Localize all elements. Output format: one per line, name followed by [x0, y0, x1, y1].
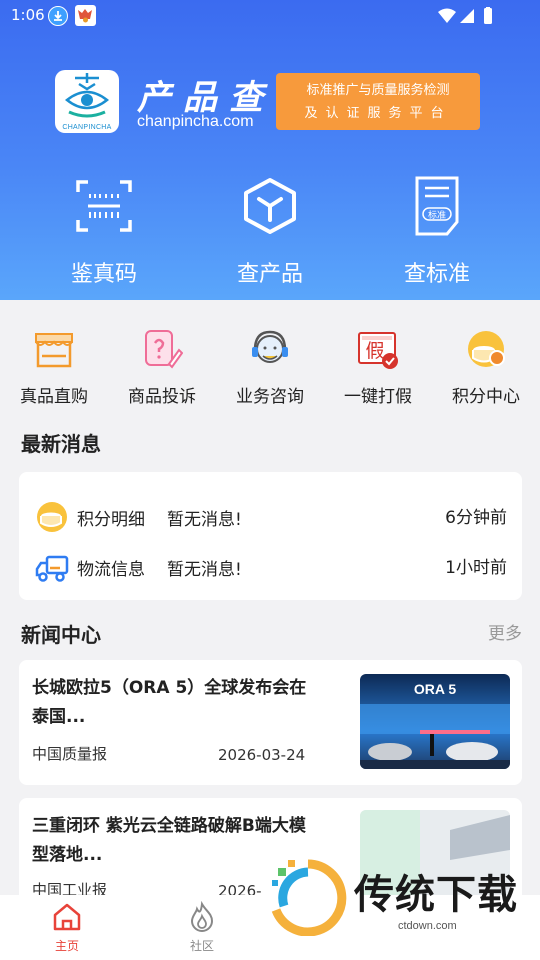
points-coin-icon: [37, 502, 67, 532]
status-time: 1:06: [11, 6, 45, 24]
standard-document-icon: 标准: [415, 176, 459, 236]
tab-label: 主页: [54, 939, 79, 953]
news-date: 2026-03-24: [218, 746, 306, 764]
slogan-line1: 标准推广与质量服务检测: [306, 83, 450, 98]
slogan-line2: 及认证服务平台: [304, 106, 452, 121]
tab-community[interactable]: 社区: [162, 900, 242, 954]
points-icon: [468, 331, 505, 367]
menu-label: 商品投诉: [128, 387, 196, 407]
section-title-news: 新闻中心: [21, 623, 101, 647]
menu-complaint[interactable]: 商品投诉: [108, 328, 216, 407]
tool-search-product[interactable]: 查产品: [210, 176, 330, 288]
shop-icon: [35, 333, 73, 368]
logo-caption: CHANPINCHA: [62, 124, 112, 131]
tool-verify-code[interactable]: 鉴真码: [44, 176, 164, 288]
status-bar: 1:06: [0, 0, 540, 32]
customer-service-icon: [252, 330, 288, 363]
messages-card: 积分明细 暂无消息! 6分钟前 物流信息 暂无消息! 1小时前: [19, 472, 522, 600]
signal-battery-icon: [438, 7, 492, 24]
tab-label: 社区: [189, 939, 214, 953]
product-box-icon: [244, 178, 296, 234]
app-notification-icon: [75, 5, 96, 26]
brand-name: 产品查: [137, 78, 275, 118]
home-icon: [53, 903, 81, 931]
watermark-url: ctdown.com: [398, 920, 457, 932]
menu-label: 一键打假: [344, 387, 412, 407]
tool-search-standard[interactable]: 标准 查标准: [377, 176, 497, 288]
news-image-caption: ORA 5: [414, 681, 456, 697]
fake-glyph: 假: [365, 340, 384, 362]
app-logo: CHANPINCHA: [55, 70, 119, 133]
message-text: 暂无消息!: [167, 510, 242, 530]
watermark-logo-icon: [271, 859, 347, 937]
news-thumbnail: ORA 5: [360, 674, 510, 769]
menu-label: 真品直购: [20, 387, 88, 407]
menu-label: 业务咨询: [236, 387, 304, 407]
message-name: 积分明细: [77, 510, 145, 530]
download-icon: [48, 6, 68, 26]
menu-genuine-purchase[interactable]: 真品直购: [0, 328, 108, 407]
news-more-link[interactable]: 更多: [488, 619, 522, 644]
tool-label: 查产品: [236, 262, 303, 287]
menu-label: 积分中心: [452, 387, 520, 407]
quick-menu: 真品直购 商品投诉 业务咨询 假 一键打假 积分中心: [0, 300, 540, 410]
watermark-overlay: 传统下载 ctdown.com: [268, 858, 540, 938]
truck-icon: [35, 555, 69, 582]
message-name: 物流信息: [77, 560, 145, 580]
slogan-badge: 标准推广与质量服务检测 及认证服务平台: [276, 73, 480, 130]
message-text: 暂无消息!: [167, 560, 242, 580]
message-time: 6分钟前: [445, 508, 507, 528]
tool-label: 鉴真码: [70, 262, 137, 287]
tab-home[interactable]: 主页: [27, 901, 107, 954]
section-title-messages: 最新消息: [21, 432, 101, 456]
news-item[interactable]: 长城欧拉5（ORA 5）全球发布会在泰国... 中国质量报 2026-03-24…: [19, 660, 522, 785]
tool-label: 查标准: [403, 262, 470, 287]
news-title: 长城欧拉5（ORA 5）全球发布会在泰国...: [32, 678, 307, 727]
eye-logo-icon: [64, 73, 110, 118]
community-flame-icon: [190, 900, 214, 932]
brand-domain: chanpincha.com: [137, 113, 254, 130]
menu-anti-fake[interactable]: 假 一键打假: [324, 328, 432, 407]
watermark-text: 传统下载: [354, 872, 518, 918]
complaint-icon: [145, 330, 184, 369]
news-source: 中国质量报: [32, 745, 108, 763]
message-row-points[interactable]: 积分明细 暂无消息! 6分钟前: [19, 497, 522, 537]
menu-points[interactable]: 积分中心: [432, 328, 540, 407]
standard-badge-text: 标准: [428, 209, 446, 221]
scan-code-icon: [76, 180, 132, 232]
message-time: 1小时前: [445, 558, 507, 578]
anti-fake-icon: 假: [358, 332, 398, 369]
message-row-logistics[interactable]: 物流信息 暂无消息! 1小时前: [19, 547, 522, 587]
menu-consult[interactable]: 业务咨询: [216, 328, 324, 407]
